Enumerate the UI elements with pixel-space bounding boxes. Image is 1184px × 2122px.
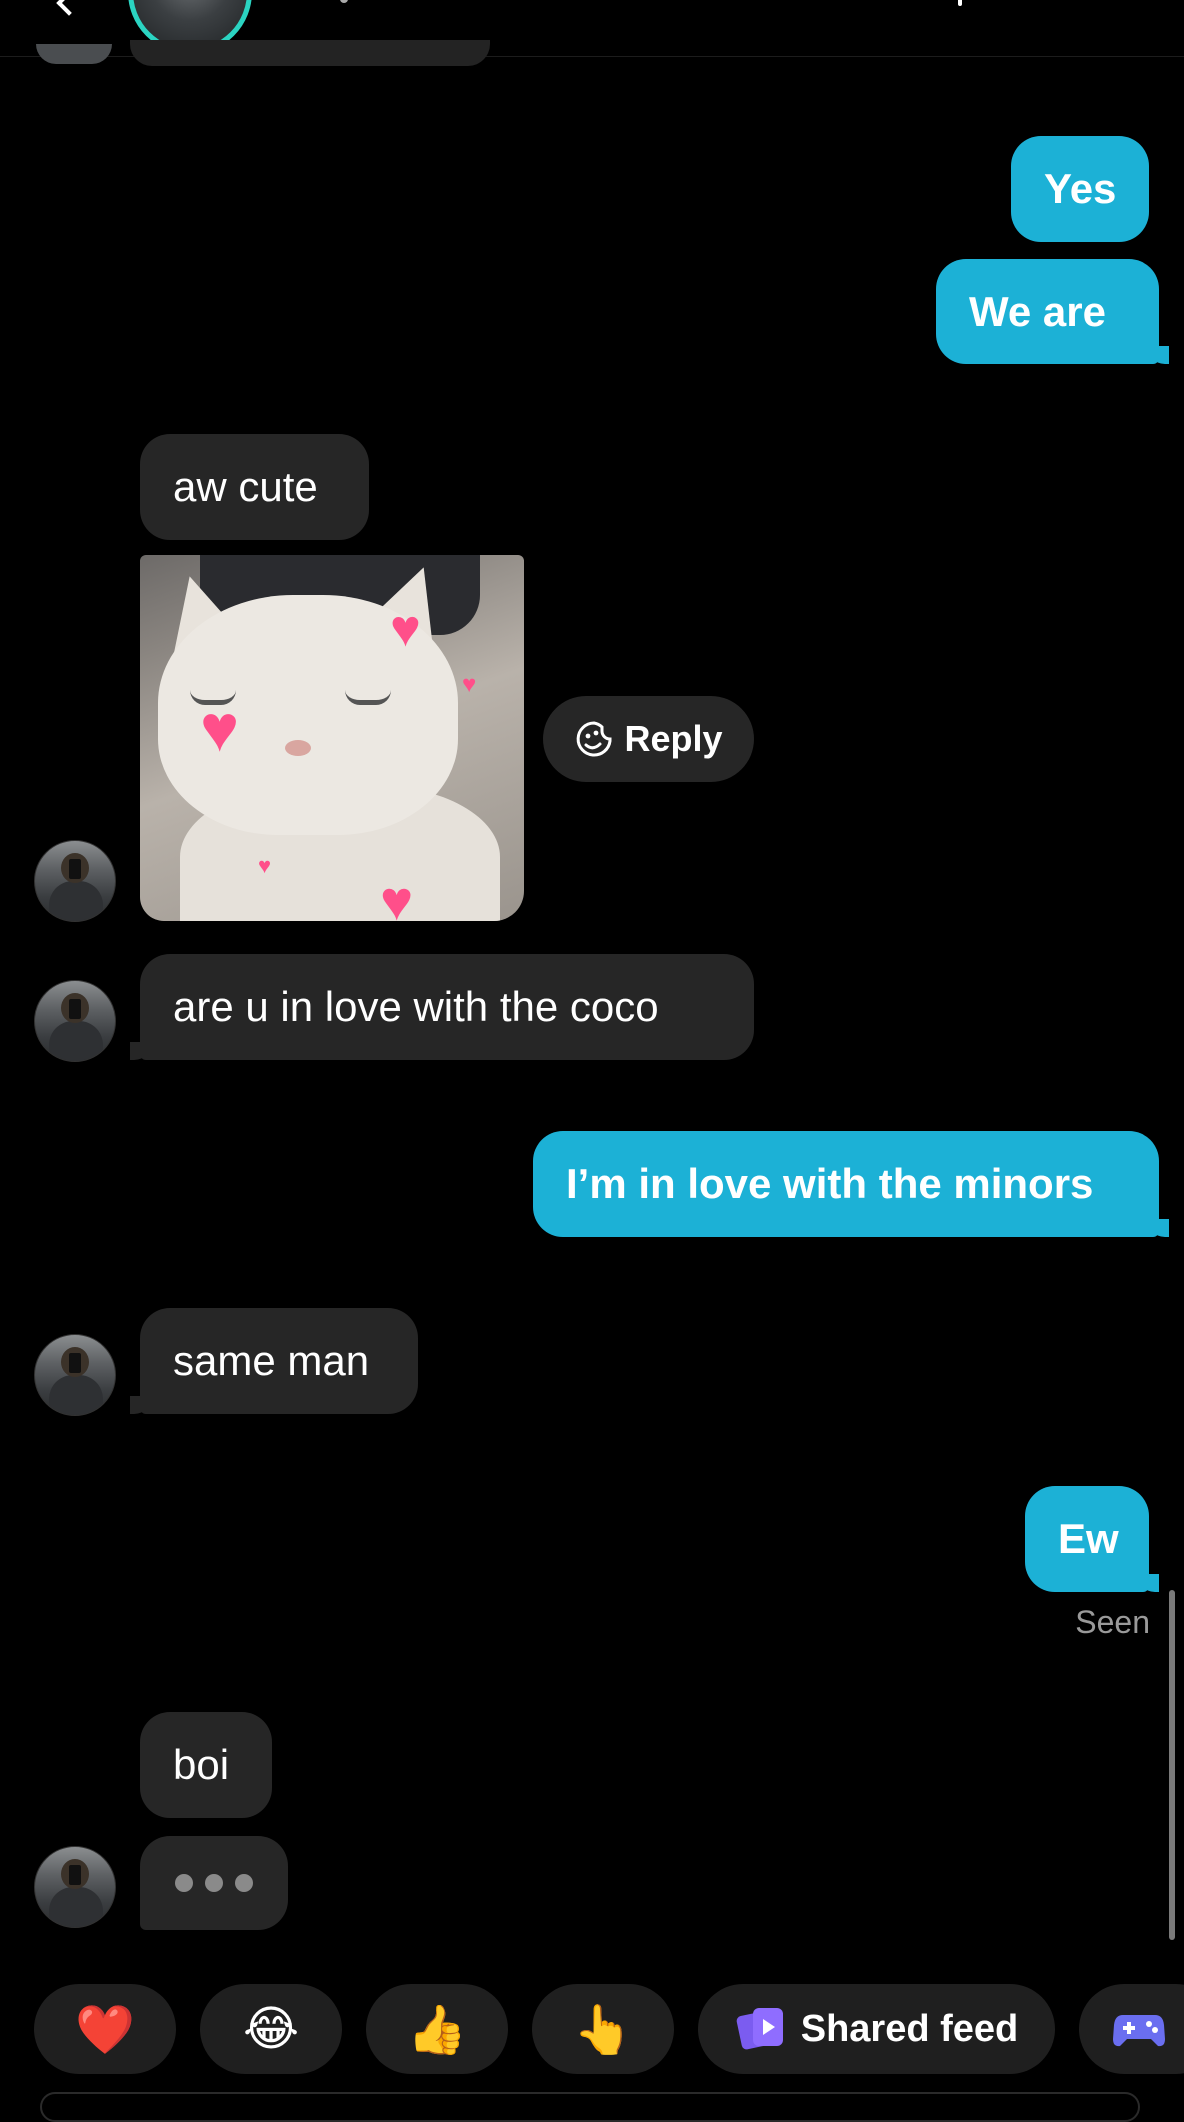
message-text: boi — [173, 1741, 230, 1788]
heart-icon: ♥ — [390, 600, 421, 658]
reply-button[interactable]: Reply — [543, 696, 754, 782]
heart-icon: ♥ — [200, 691, 240, 765]
outgoing-message[interactable]: Yes — [1011, 136, 1149, 242]
avatar-edge — [36, 44, 112, 64]
heart-reaction-button[interactable]: ❤️ — [34, 1984, 176, 2074]
games-button[interactable] — [1079, 1984, 1184, 2074]
previous-message-edge — [130, 40, 490, 66]
laughing-emoji-icon: 😂 — [242, 2003, 300, 2056]
message-text: Yes — [1044, 165, 1117, 212]
typing-indicator — [140, 1836, 288, 1930]
incoming-message[interactable]: aw cute — [140, 434, 369, 540]
seen-status: Seen — [1075, 1604, 1150, 1640]
typing-dot — [175, 1874, 193, 1892]
contact-avatar[interactable] — [34, 840, 116, 922]
reply-label: Reply — [624, 718, 723, 759]
shared-feed-icon — [736, 2008, 783, 2050]
message-input-edge[interactable] — [40, 2092, 1140, 2122]
message-text: I’m in love with the minors — [566, 1160, 1094, 1207]
typing-dot — [235, 1874, 253, 1892]
contact-avatar[interactable] — [34, 1334, 116, 1416]
sticker-smile-icon — [577, 721, 612, 757]
thumbs-up-reaction-button[interactable]: 👍 — [366, 1984, 508, 2074]
back-arrow-icon[interactable] — [56, 0, 82, 16]
outgoing-message[interactable]: Ew — [1025, 1486, 1159, 1592]
pointing-reaction-button[interactable]: 👆 — [532, 1984, 674, 2074]
outgoing-message[interactable]: We are — [936, 259, 1169, 364]
thumbs-up-emoji-icon: 👍 — [407, 2003, 467, 2057]
outgoing-message[interactable]: I’m in love with the minors — [533, 1131, 1169, 1237]
cat-hearts-sticker[interactable]: ♥ ♥ ♥ ♥ ♥ — [140, 555, 524, 921]
quick-reply-bar: ❤️ 😂 👍 👆 Shared feed — [0, 1984, 1184, 2076]
laugh-reaction-button[interactable]: 😂 — [200, 1984, 342, 2074]
status-glyph-icon — [340, 0, 348, 3]
shared-feed-label: Shared feed — [800, 2007, 1019, 2050]
message-text: same man — [173, 1337, 370, 1384]
game-controller-icon — [1113, 2015, 1165, 2047]
incoming-message[interactable]: are u in love with the coco — [130, 954, 754, 1060]
message-text: are u in love with the coco — [173, 983, 659, 1030]
incoming-message[interactable]: boi — [140, 1712, 272, 1818]
incoming-message[interactable]: same man — [130, 1308, 418, 1414]
header-action-icon[interactable] — [958, 0, 962, 6]
heart-icon: ♥ — [380, 869, 414, 922]
typing-dot — [205, 1874, 223, 1892]
shared-feed-button[interactable]: Shared feed — [698, 1984, 1055, 2074]
heart-icon: ♥ — [258, 853, 272, 878]
pointing-finger-emoji-icon: 👆 — [573, 2003, 633, 2057]
cat-nose — [285, 740, 311, 756]
contact-avatar[interactable] — [34, 980, 116, 1062]
contact-avatar[interactable] — [34, 1846, 116, 1928]
heart-emoji-icon: ❤️ — [75, 2003, 135, 2057]
message-text: Ew — [1058, 1515, 1119, 1562]
heart-icon: ♥ — [462, 671, 477, 698]
message-text: We are — [969, 287, 1106, 335]
message-text: aw cute — [173, 463, 318, 510]
scrollbar[interactable] — [1169, 1590, 1175, 1940]
